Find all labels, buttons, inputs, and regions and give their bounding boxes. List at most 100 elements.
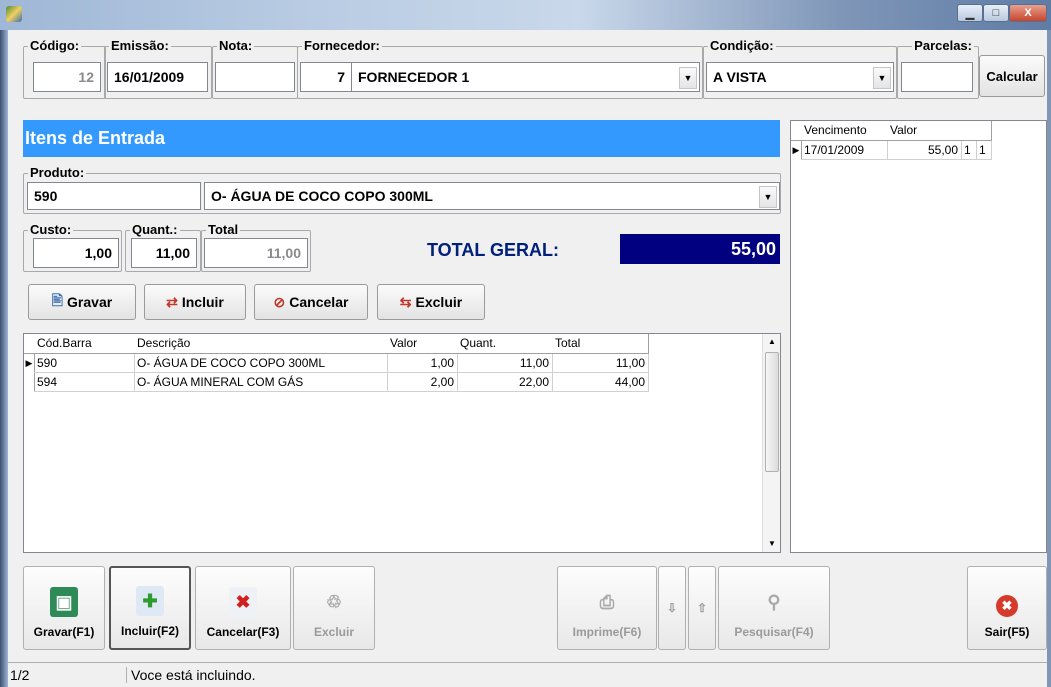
scroll-thumb[interactable] (765, 352, 779, 472)
incluir-toolbar-label: Incluir(F2) (120, 624, 179, 638)
minimize-button[interactable]: ▁ (957, 4, 983, 22)
table-cell[interactable]: 11,00 (457, 354, 553, 373)
fornecedor-select[interactable]: FORNECEDOR 1 ▼ (351, 62, 700, 92)
cancelar-button[interactable]: ⊘ Cancelar (254, 284, 368, 320)
gravar-toolbar-label: Gravar(F1) (33, 625, 95, 639)
remove-icon: ⇆ (399, 293, 412, 310)
incluir-toolbar-button[interactable]: ✚ Incluir(F2) (109, 566, 191, 650)
pesquisar-toolbar-button[interactable]: ⚲ Pesquisar(F4) (718, 566, 830, 650)
column-header[interactable] (961, 121, 977, 141)
arrow-up-button[interactable]: ⇧ (688, 566, 716, 650)
scroll-up-icon[interactable]: ▲ (763, 334, 781, 350)
quant-label: Quant.: (130, 222, 180, 237)
table-cell[interactable]: 1,00 (387, 354, 458, 373)
save-icon: ▣ (50, 587, 78, 617)
window-frame-right (1047, 30, 1051, 687)
total-geral-value: 55,00 (620, 234, 780, 264)
column-header[interactable]: Quant. (457, 334, 553, 354)
table-cell[interactable]: 11,00 (552, 354, 649, 373)
vertical-scrollbar[interactable]: ▲ ▼ (762, 334, 780, 552)
column-header[interactable]: Total (552, 334, 649, 354)
pesquisar-toolbar-label: Pesquisar(F4) (734, 625, 814, 639)
chevron-down-icon[interactable]: ▼ (873, 67, 891, 89)
scroll-down-icon[interactable]: ▼ (763, 536, 781, 552)
app-icon (6, 6, 22, 22)
codigo-field[interactable]: 12 (33, 62, 101, 92)
gravar-button[interactable]: 🖹 Gravar (28, 284, 136, 320)
column-header[interactable]: Cód.Barra (34, 334, 135, 354)
parcelas-grid[interactable]: Vencimento Valor ▶ 17/01/2009 55,00 1 1 (790, 120, 1047, 553)
incluir-button[interactable]: ⇄ Incluir (144, 284, 246, 320)
table-cell[interactable]: O- ÁGUA MINERAL COM GÁS (134, 373, 388, 392)
excluir-toolbar-label: Excluir (313, 625, 355, 639)
save-icon: 🖹 (51, 292, 64, 308)
chevron-down-icon[interactable]: ▼ (759, 186, 777, 208)
custo-field[interactable]: 1,00 (33, 238, 119, 268)
imprime-toolbar-label: Imprime(F6) (572, 625, 642, 639)
maximize-button[interactable]: □ (983, 4, 1009, 22)
add-document-icon: ✚ (136, 586, 164, 616)
condicao-select[interactable]: A VISTA ▼ (706, 62, 894, 92)
condicao-label: Condição: (708, 38, 776, 53)
table-cell[interactable]: 2,00 (387, 373, 458, 392)
items-grid[interactable]: Cód.Barra Descrição Valor Quant. Total ▶… (23, 333, 781, 553)
excluir-toolbar-button[interactable]: ♲ Excluir (293, 566, 375, 650)
parcelas-field[interactable] (901, 62, 973, 92)
total-field: 11,00 (204, 238, 308, 268)
status-message: Voce está incluindo. (131, 667, 256, 683)
column-header[interactable]: Vencimento (801, 121, 888, 141)
table-cell[interactable]: O- ÁGUA DE COCO COPO 300ML (134, 354, 388, 373)
gravar-toolbar-button[interactable]: ▣ Gravar(F1) (23, 566, 105, 650)
table-cell[interactable]: 594 (34, 373, 135, 392)
total-label: Total (206, 222, 241, 237)
nota-field[interactable] (215, 62, 295, 92)
cancelar-toolbar-button[interactable]: ✖ Cancelar(F3) (195, 566, 291, 650)
parcelas-label: Parcelas: (912, 38, 974, 53)
arrow-up-icon: ⇧ (696, 601, 708, 615)
produto-select[interactable]: O- ÁGUA DE COCO COPO 300ML ▼ (204, 182, 780, 210)
quant-field[interactable]: 11,00 (131, 238, 197, 268)
table-cell[interactable]: 17/01/2009 (801, 141, 888, 160)
gravar-label: Gravar (67, 294, 113, 310)
exit-icon: ✖ (996, 595, 1018, 617)
table-cell[interactable]: 44,00 (552, 373, 649, 392)
column-header[interactable]: Valor (387, 334, 458, 354)
arrow-down-button[interactable]: ⇩ (658, 566, 686, 650)
total-geral-label: TOTAL GERAL: (427, 240, 559, 260)
nota-label: Nota: (217, 38, 255, 53)
emissao-field[interactable]: 16/01/2009 (107, 62, 208, 92)
sair-toolbar-button[interactable]: ✖ Sair(F5) (967, 566, 1047, 650)
imprime-toolbar-button[interactable]: ⎙ Imprime(F6) (557, 566, 657, 650)
table-cell[interactable]: 55,00 (887, 141, 962, 160)
table-cell[interactable]: 1 (976, 141, 992, 160)
add-icon: ⇄ (166, 293, 178, 310)
produto-code-field[interactable]: 590 (27, 182, 201, 210)
title-bar: ▁ □ X (0, 0, 1051, 30)
column-header[interactable]: Valor (887, 121, 962, 141)
close-button[interactable]: X (1009, 4, 1047, 22)
cancelar-label: Cancelar (289, 294, 349, 310)
cancel-icon: ⊘ (273, 293, 286, 310)
printer-icon: ⎙ (599, 591, 615, 612)
excluir-label: Excluir (415, 294, 463, 310)
codigo-label: Código: (28, 38, 82, 53)
condicao-select-value: A VISTA (713, 69, 767, 85)
trash-icon: ♲ (325, 591, 343, 612)
fornecedor-select-value: FORNECEDOR 1 (358, 69, 470, 85)
column-header[interactable]: Descrição (134, 334, 388, 354)
itens-header: Itens de Entrada (23, 120, 780, 157)
emissao-label: Emissão: (109, 38, 171, 53)
cancelar-toolbar-label: Cancelar(F3) (206, 625, 280, 639)
calcular-button[interactable]: Calcular (979, 55, 1045, 97)
produto-select-value: O- ÁGUA DE COCO COPO 300ML (211, 188, 433, 204)
arrow-down-icon: ⇩ (666, 601, 678, 615)
chevron-down-icon[interactable]: ▼ (679, 67, 697, 89)
custo-label: Custo: (28, 222, 74, 237)
fornecedor-code-field[interactable]: 7 (300, 62, 352, 92)
sair-toolbar-label: Sair(F5) (984, 625, 1030, 639)
excluir-button[interactable]: ⇆ Excluir (377, 284, 485, 320)
column-header[interactable] (976, 121, 992, 141)
table-cell[interactable]: 22,00 (457, 373, 553, 392)
table-cell[interactable]: 590 (34, 354, 135, 373)
table-cell[interactable]: 1 (961, 141, 977, 160)
